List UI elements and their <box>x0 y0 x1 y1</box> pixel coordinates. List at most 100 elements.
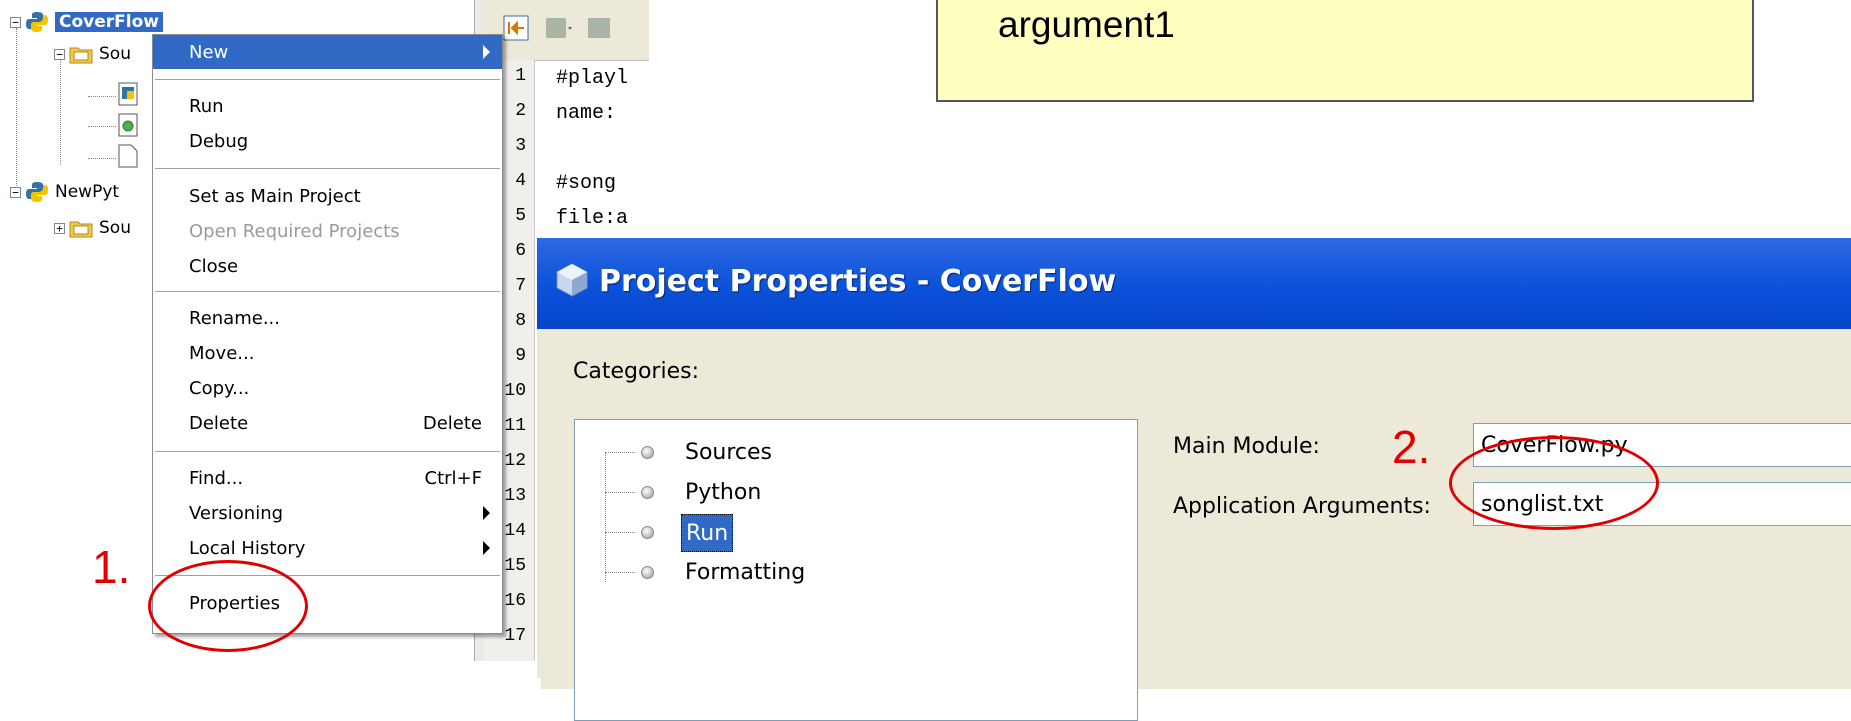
menu-separator <box>155 79 500 80</box>
menu-item-label: Set as Main Project <box>189 185 361 207</box>
menu-separator <box>155 168 500 169</box>
menu-item-open-required-projects: Open Required Projects <box>153 214 502 248</box>
category-bullet-icon <box>641 446 654 459</box>
menu-item-label: New <box>189 41 229 63</box>
line-number: 12 <box>504 451 526 471</box>
highlight-ellipse-properties <box>148 560 308 652</box>
line-number: 15 <box>504 556 526 576</box>
step-1-annotation: 1. <box>92 541 131 593</box>
category-run[interactable]: Run <box>681 514 734 552</box>
collapse-icon[interactable]: − <box>54 48 65 60</box>
line-number: 2 <box>515 101 526 121</box>
line-number: 3 <box>515 136 526 156</box>
line-number: 8 <box>515 311 526 331</box>
menu-item-label: Run <box>189 95 224 117</box>
line-number: 6 <box>515 241 526 261</box>
forward-icon[interactable] <box>586 14 614 42</box>
line-number: 7 <box>515 276 526 296</box>
line-number: 9 <box>515 346 526 366</box>
menu-item-label: Rename... <box>189 307 280 329</box>
highlight-ellipse-arguments <box>1449 436 1659 530</box>
menu-item-find[interactable]: Find... Ctrl+F <box>153 461 502 495</box>
last-edit-icon[interactable] <box>502 14 530 42</box>
menu-item-debug[interactable]: Debug <box>153 124 502 158</box>
category-python[interactable]: Python <box>685 474 761 510</box>
menu-separator <box>155 451 500 452</box>
code-line[interactable]: #song <box>556 172 616 195</box>
tree-node-coverflow[interactable]: − CoverFlow <box>10 8 163 36</box>
code-line[interactable]: file:a <box>556 207 628 230</box>
menu-item-move[interactable]: Move... <box>153 336 502 370</box>
line-number: 5 <box>515 206 526 226</box>
step-2-annotation: 2. <box>1392 421 1431 473</box>
menu-item-label: Find... <box>189 467 244 489</box>
tree-node-sources-2[interactable]: + Sou <box>54 214 131 242</box>
categories-tree: Sources Python Run Formatting <box>574 419 1138 721</box>
callout-note: argument1 <box>936 0 1754 102</box>
line-number: 17 <box>504 626 526 646</box>
category-formatting[interactable]: Formatting <box>685 554 805 590</box>
context-menu: New Run Debug Set as Main Project Open R… <box>152 34 503 634</box>
categories-label: Categories: <box>573 359 699 384</box>
category-bullet-icon <box>641 526 654 539</box>
back-icon[interactable] <box>544 14 574 42</box>
menu-item-label: Close <box>189 255 239 277</box>
tree-label-newpython[interactable]: NewPyt <box>55 182 119 202</box>
menu-item-label: Debug <box>189 130 249 152</box>
menu-separator <box>155 291 500 292</box>
code-line[interactable]: #playl <box>556 67 628 90</box>
note-text: argument1 <box>998 4 1175 45</box>
menu-item-local-history[interactable]: Local History <box>153 531 502 565</box>
line-number: 11 <box>504 416 526 436</box>
main-module-label: Main Module: <box>1173 434 1320 459</box>
menu-item-copy[interactable]: Copy... <box>153 371 502 405</box>
menu-item-label: Move... <box>189 342 255 364</box>
submenu-arrow-icon <box>483 45 490 59</box>
menu-item-label: Local History <box>189 537 306 559</box>
line-number: 13 <box>504 486 526 506</box>
menu-item-new[interactable]: New <box>153 35 502 69</box>
collapse-icon[interactable]: − <box>10 186 21 198</box>
project-properties-dialog: Project Properties - CoverFlow Categorie… <box>537 238 1851 721</box>
menu-item-rename[interactable]: Rename... <box>153 301 502 335</box>
menu-item-label: Copy... <box>189 377 250 399</box>
line-number: 1 <box>515 66 526 86</box>
menu-item-set-main-project[interactable]: Set as Main Project <box>153 179 502 213</box>
project-cube-icon <box>556 263 588 297</box>
application-arguments-label: Application Arguments: <box>1173 494 1431 519</box>
python-project-icon <box>26 182 48 202</box>
menu-item-label: Delete <box>189 412 249 434</box>
menu-item-shortcut: Ctrl+F <box>424 467 482 489</box>
tree-label-coverflow[interactable]: CoverFlow <box>55 12 163 32</box>
expand-icon[interactable]: + <box>54 222 65 234</box>
category-bullet-icon <box>641 486 654 499</box>
folder-icon <box>69 221 93 238</box>
menu-item-shortcut: Delete <box>422 412 482 434</box>
line-number: 10 <box>504 381 526 401</box>
line-number: 16 <box>504 591 526 611</box>
dialog-body: Categories: Sources Python Run Formattin… <box>541 329 1851 721</box>
category-bullet-icon <box>641 566 654 579</box>
tree-node-newpython[interactable]: − NewPyt <box>10 178 119 206</box>
collapse-icon[interactable]: − <box>10 16 21 28</box>
tree-label-sources-2[interactable]: Sou <box>99 218 131 238</box>
tree-label-sources[interactable]: Sou <box>99 44 131 64</box>
line-number: 4 <box>515 171 526 191</box>
category-sources[interactable]: Sources <box>685 434 772 470</box>
dialog-title: Project Properties - CoverFlow <box>599 264 1117 299</box>
editor-toolbar <box>484 0 649 61</box>
text-file-icon <box>118 144 138 168</box>
dialog-title-bar[interactable]: Project Properties - CoverFlow <box>537 238 1851 329</box>
tree-node-sources[interactable]: − Sou <box>54 40 131 68</box>
code-line[interactable]: name: <box>556 102 616 125</box>
line-number: 14 <box>504 521 526 541</box>
python-script-icon <box>118 113 138 137</box>
menu-item-versioning[interactable]: Versioning <box>153 496 502 530</box>
menu-item-label: Versioning <box>189 502 284 524</box>
menu-item-delete[interactable]: Delete Delete <box>153 406 502 440</box>
folder-icon <box>69 47 93 64</box>
menu-item-label: Open Required Projects <box>189 220 400 242</box>
menu-item-close[interactable]: Close <box>153 249 502 283</box>
menu-item-run[interactable]: Run <box>153 89 502 123</box>
submenu-arrow-icon <box>483 541 490 555</box>
